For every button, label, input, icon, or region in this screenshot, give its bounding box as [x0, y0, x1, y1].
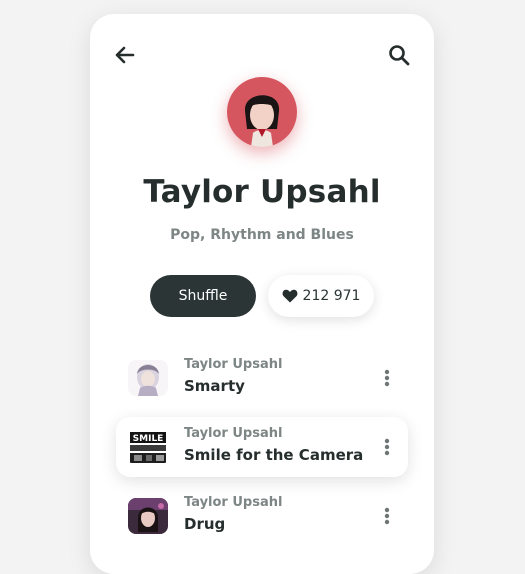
track-title: Smarty	[184, 377, 245, 395]
search-icon	[389, 45, 410, 66]
track-cover: SMILE	[128, 429, 168, 465]
shuffle-button[interactable]: Shuffle	[150, 275, 256, 317]
track-title: Smile for the Camera	[184, 446, 364, 464]
back-button[interactable]	[112, 42, 138, 68]
heart-icon	[282, 289, 297, 303]
track-cover	[128, 360, 168, 396]
track-more-button[interactable]	[378, 435, 396, 459]
more-vertical-icon	[384, 438, 390, 456]
likes-count: 212 971	[302, 288, 361, 304]
shuffle-label: Shuffle	[178, 288, 228, 304]
svg-text:SMILE: SMILE	[133, 434, 164, 444]
track-item[interactable]: Taylor Upsahl Drug	[116, 486, 408, 546]
track-item[interactable]: SMILE Taylor Upsahl Smile for the Camera	[116, 417, 408, 477]
artist-photo	[227, 77, 297, 147]
track-item[interactable]: Taylor Upsahl Smarty	[116, 348, 408, 408]
artist-genres: Pop, Rhythm and Blues	[170, 227, 354, 243]
arrow-left-icon	[115, 46, 135, 64]
artist-name: Taylor Upsahl	[143, 174, 381, 210]
search-button[interactable]	[386, 42, 412, 68]
track-title: Drug	[184, 515, 226, 533]
track-artist: Taylor Upsahl	[184, 495, 283, 510]
artist-card: Taylor Upsahl Pop, Rhythm and Blues Shuf…	[90, 14, 434, 574]
track-artist: Taylor Upsahl	[184, 357, 283, 372]
artist-avatar	[227, 77, 297, 147]
more-vertical-icon	[384, 507, 390, 525]
more-vertical-icon	[384, 369, 390, 387]
track-more-button[interactable]	[378, 504, 396, 528]
track-artist: Taylor Upsahl	[184, 426, 283, 441]
track-cover	[128, 498, 168, 534]
like-button[interactable]: 212 971	[268, 275, 374, 317]
track-more-button[interactable]	[378, 366, 396, 390]
